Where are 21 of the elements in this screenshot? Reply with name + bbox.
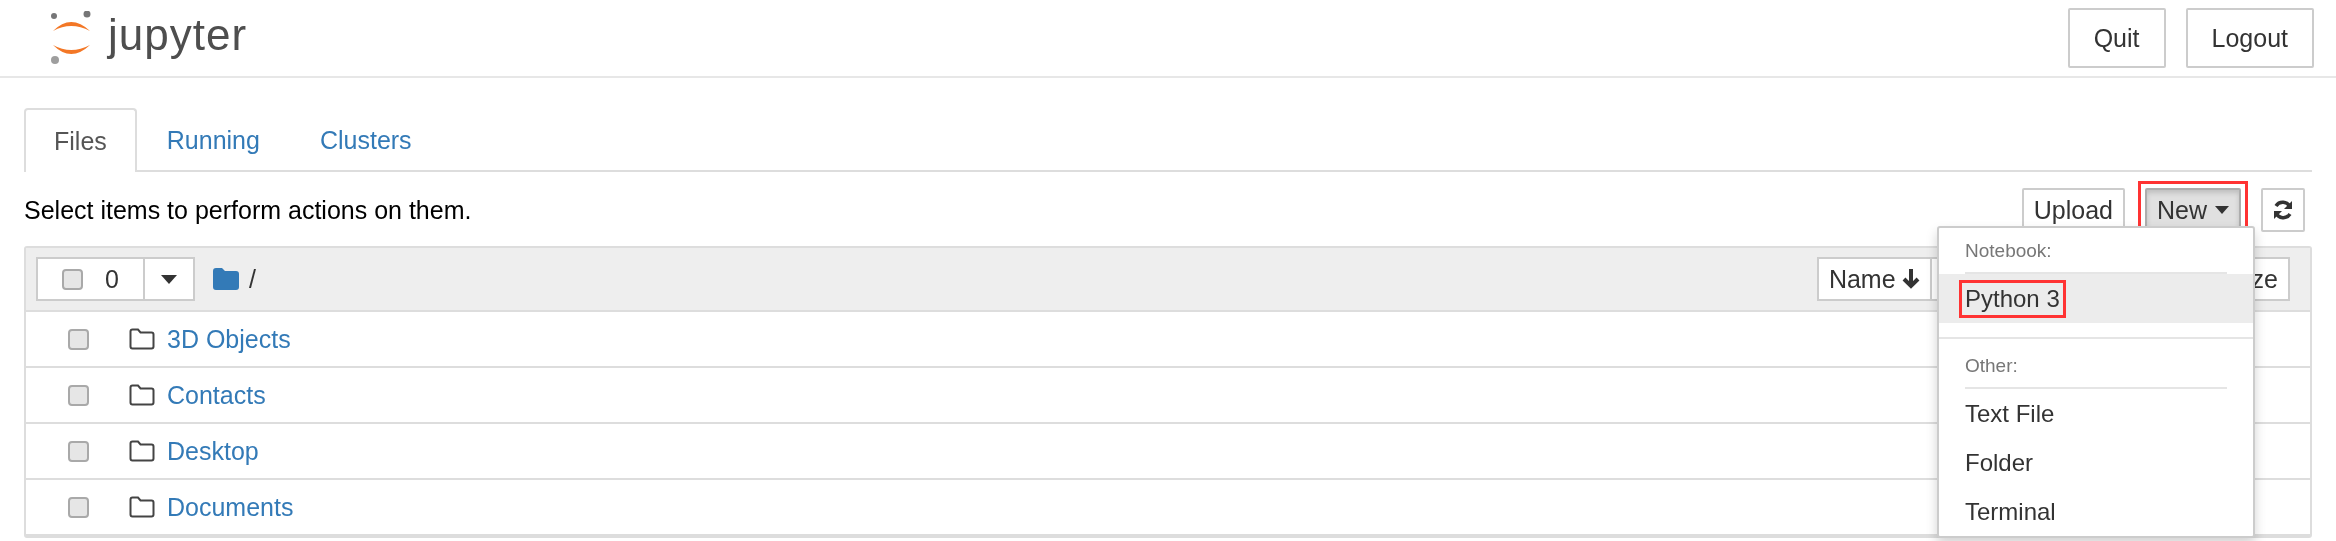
folder-link[interactable]: Desktop <box>167 436 259 466</box>
highlight-frame: Python 3 <box>1959 279 2066 318</box>
menu-item[interactable]: Terminal <box>1939 487 2253 536</box>
sort-button[interactable]: Name <box>1816 257 1932 301</box>
folder-link[interactable]: Contacts <box>167 380 266 410</box>
tab[interactable]: Files <box>24 108 137 172</box>
instruction-text: Select items to perform actions on them. <box>24 195 472 225</box>
selected-count: 0 <box>105 264 119 294</box>
folder-link[interactable]: Documents <box>167 492 294 522</box>
menu-item[interactable]: Text File <box>1939 389 2253 438</box>
menu-header: Notebook: <box>1964 239 2053 263</box>
logo-text: jupyter <box>108 13 248 61</box>
path-link[interactable]: / <box>248 264 256 294</box>
folder-link[interactable]: 3D Objects <box>167 324 291 354</box>
tab[interactable]: Running <box>136 108 290 170</box>
menu-item[interactable]: Python 3 <box>1939 274 2253 323</box>
logout-button[interactable]: Logout <box>2185 8 2314 68</box>
menu-header: Other: <box>1964 354 2019 378</box>
quit-button[interactable]: Quit <box>2067 8 2166 68</box>
tab[interactable]: Clusters <box>289 108 442 170</box>
menu-item[interactable]: Folder <box>1939 438 2253 487</box>
